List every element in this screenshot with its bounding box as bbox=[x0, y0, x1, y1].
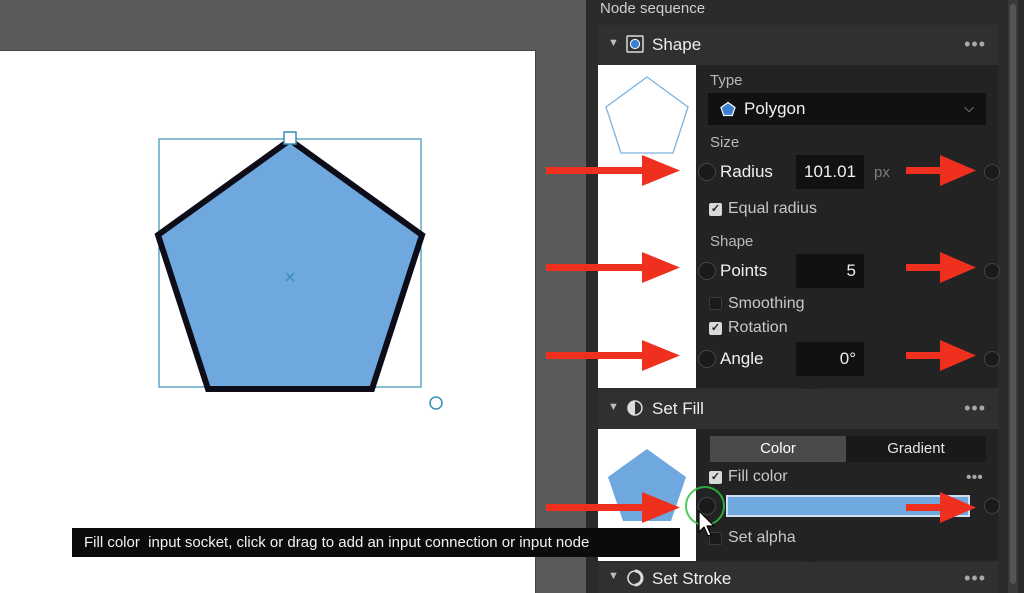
radius-input-socket[interactable] bbox=[698, 163, 716, 181]
shape-node: ▼ Shape ••• Type Polygon ⌵ Size Radius 1… bbox=[598, 25, 1000, 395]
collapse-chevron-icon[interactable]: ▼ bbox=[608, 37, 619, 49]
socket-tooltip: Fill color input socket, click or drag t… bbox=[72, 528, 680, 557]
angle-output-socket[interactable] bbox=[984, 351, 1000, 367]
angle-input-socket[interactable] bbox=[698, 350, 716, 368]
set-fill-node-header[interactable]: ▼ Set Fill ••• bbox=[598, 389, 998, 429]
shape-label: Shape bbox=[710, 233, 754, 250]
type-label: Type bbox=[710, 72, 743, 89]
tab-color[interactable]: Color bbox=[710, 436, 846, 462]
set-stroke-node-menu-icon[interactable]: ••• bbox=[964, 569, 986, 587]
canvas-area[interactable] bbox=[0, 0, 585, 593]
set-stroke-node: ▼ Set Stroke ••• bbox=[598, 562, 998, 593]
type-dropdown[interactable]: Polygon ⌵ bbox=[708, 93, 986, 125]
rotation-label: Rotation bbox=[728, 319, 788, 336]
radius-output-socket[interactable] bbox=[984, 164, 1000, 180]
radius-label: Radius bbox=[720, 162, 773, 181]
smoothing-checkbox[interactable] bbox=[709, 297, 722, 310]
set-alpha-label: Set alpha bbox=[728, 529, 796, 546]
scrollbar-thumb[interactable] bbox=[1010, 4, 1016, 584]
panel-title: Node sequence bbox=[600, 0, 706, 17]
equal-radius-label: Equal radius bbox=[728, 200, 817, 217]
filled-pentagon-preview-icon bbox=[608, 449, 686, 521]
rotation-handle[interactable] bbox=[429, 396, 443, 410]
points-field[interactable]: 5 bbox=[796, 254, 864, 288]
shape-preview bbox=[598, 65, 696, 388]
shape-node-header[interactable]: ▼ Shape ••• bbox=[598, 25, 998, 65]
radius-field[interactable]: 101.01 bbox=[796, 155, 864, 189]
panel-scrollbar[interactable] bbox=[1008, 0, 1018, 593]
size-label: Size bbox=[710, 134, 740, 151]
points-input-socket[interactable] bbox=[698, 262, 716, 280]
chevron-down-icon: ⌵ bbox=[964, 100, 974, 115]
rotation-checkbox[interactable]: ✓ bbox=[709, 322, 722, 335]
set-stroke-node-header[interactable]: ▼ Set Stroke ••• bbox=[598, 562, 998, 593]
collapse-chevron-icon[interactable]: ▼ bbox=[608, 401, 619, 413]
radius-handle[interactable] bbox=[283, 131, 297, 145]
polygon-icon bbox=[720, 101, 736, 117]
fill-color-label: Fill color bbox=[728, 468, 788, 485]
shape-node-menu-icon[interactable]: ••• bbox=[964, 35, 986, 53]
shape-node-title: Shape bbox=[652, 35, 702, 54]
smoothing-label: Smoothing bbox=[728, 295, 805, 312]
fill-color-swatch[interactable] bbox=[726, 495, 970, 517]
tab-gradient[interactable]: Gradient bbox=[846, 436, 986, 462]
shape-node-icon bbox=[626, 35, 644, 53]
fill-icon bbox=[627, 400, 643, 416]
set-alpha-checkbox[interactable] bbox=[709, 532, 722, 545]
pentagon-preview-icon bbox=[605, 76, 689, 154]
polygon-shape[interactable] bbox=[154, 136, 426, 392]
set-stroke-node-title: Set Stroke bbox=[652, 569, 732, 588]
canvas-overlay bbox=[154, 131, 443, 410]
node-sequence-panel: Node sequence ▼ Shape ••• Type Polygon ⌵ bbox=[586, 0, 1024, 593]
fill-color-checkbox[interactable]: ✓ bbox=[709, 471, 722, 484]
set-fill-node-menu-icon[interactable]: ••• bbox=[964, 399, 986, 417]
points-label: Points bbox=[720, 261, 768, 280]
angle-label: Angle bbox=[720, 349, 764, 368]
fill-color-menu-icon[interactable]: ••• bbox=[966, 469, 983, 487]
stroke-icon bbox=[627, 569, 644, 587]
points-output-socket[interactable] bbox=[984, 263, 1000, 279]
fill-color-output-socket[interactable] bbox=[984, 498, 1000, 514]
fill-color-input-socket[interactable] bbox=[698, 497, 716, 515]
collapse-chevron-icon[interactable]: ▼ bbox=[608, 570, 619, 582]
angle-field[interactable]: 0° bbox=[796, 342, 864, 376]
radius-unit: px bbox=[874, 164, 890, 181]
set-fill-node-title: Set Fill bbox=[652, 399, 704, 418]
type-value: Polygon bbox=[744, 99, 806, 118]
equal-radius-checkbox[interactable]: ✓ bbox=[709, 203, 722, 216]
